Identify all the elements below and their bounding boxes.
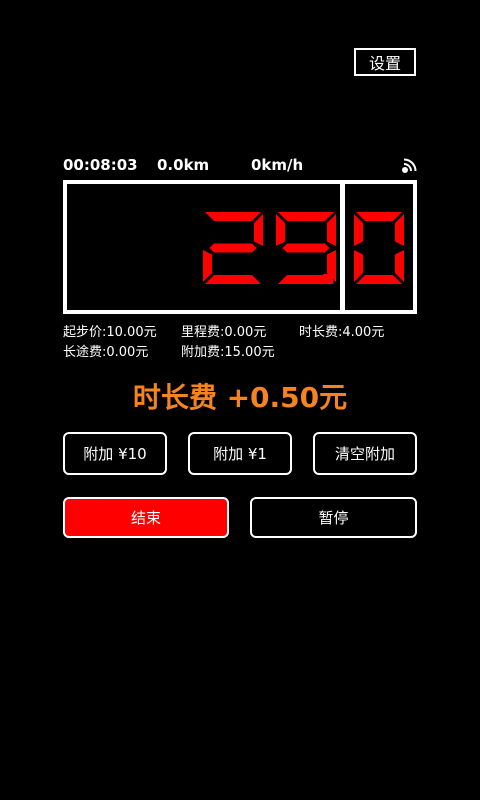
distance: 0.0km (157, 156, 210, 174)
digit-0-segment-g (209, 243, 257, 253)
digit-0-segment-d (205, 275, 261, 284)
digit-decimal-segment-b (395, 214, 404, 246)
digit-0-segment-e (203, 250, 212, 282)
settings-button[interactable]: 设置 (354, 48, 416, 76)
long-distance-fee: 长途费:0.00元 (63, 345, 149, 360)
digit-1-segment-f (276, 214, 285, 246)
fare-meter-display (63, 180, 417, 314)
decimal-point (323, 274, 333, 284)
digit-decimal-segment-a (356, 212, 402, 221)
surcharge-fee: 附加费:15.00元 (181, 345, 275, 360)
gps-signal-icon (401, 156, 419, 178)
digit-decimal-segment-d (356, 275, 402, 284)
trip-stats: 00:08:03 0.0km 0km/h (63, 156, 418, 176)
digit-1-segment-b (327, 214, 336, 246)
add-10-button[interactable]: 附加 ¥10 (63, 432, 167, 475)
speed: 0km/h (251, 156, 304, 174)
digit-decimal-segment-f (354, 214, 363, 246)
fare-digits (203, 212, 404, 284)
end-button[interactable]: 结束 (63, 497, 229, 538)
digit-1-segment-a (278, 212, 334, 221)
base-fee: 起步价:10.00元 (63, 325, 157, 340)
digit-decimal-segment-c (395, 250, 404, 282)
meter-divider (340, 184, 345, 310)
digit-0-segment-a (205, 212, 261, 221)
pause-button[interactable]: 暂停 (250, 497, 417, 538)
digit-1-segment-g (282, 243, 330, 253)
clear-surcharge-button[interactable]: 清空附加 (313, 432, 417, 475)
duration-fee: 时长费:4.00元 (299, 325, 385, 340)
fee-notice: 时长费 +0.50元 (132, 381, 348, 414)
digit-decimal-segment-e (354, 250, 363, 282)
mileage-fee: 里程费:0.00元 (181, 325, 267, 340)
add-1-button[interactable]: 附加 ¥1 (188, 432, 292, 475)
digit-0-segment-b (254, 214, 263, 246)
elapsed-time: 00:08:03 (63, 156, 138, 174)
